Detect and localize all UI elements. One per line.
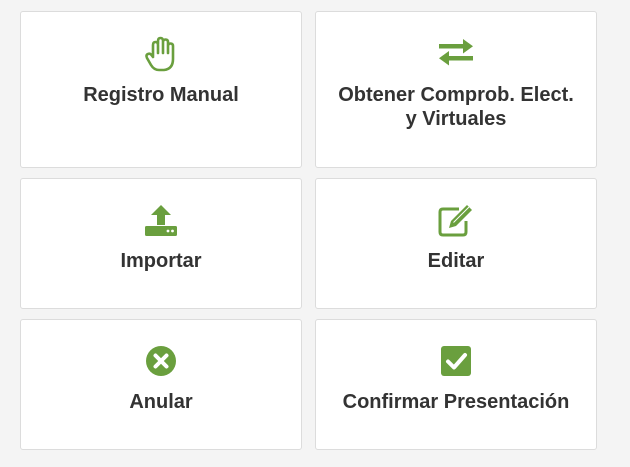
registro-manual-card[interactable]: Registro Manual [20,11,302,168]
importar-label: Importar [120,250,202,272]
cancel-circle-icon [144,344,178,378]
editar-label: Editar [427,250,485,272]
editar-card[interactable]: Editar [315,178,597,309]
hand-icon [144,36,178,72]
obtener-comprobantes-card[interactable]: Obtener Comprob. Elect. y Virtuales [315,11,597,168]
exchange-arrows-icon [437,36,475,68]
confirmar-presentacion-label: Confirmar Presentación [342,391,570,413]
obtener-comprobantes-label: Obtener Comprob. Elect. y Virtuales [338,84,574,130]
confirmar-presentacion-card[interactable]: Confirmar Presentación [315,319,597,450]
anular-card[interactable]: Anular [20,319,302,450]
upload-icon [144,203,178,237]
importar-card[interactable]: Importar [20,178,302,309]
anular-label: Anular [129,391,193,413]
check-square-icon [439,344,473,378]
registro-manual-label: Registro Manual [83,84,239,106]
edit-icon [437,203,475,237]
